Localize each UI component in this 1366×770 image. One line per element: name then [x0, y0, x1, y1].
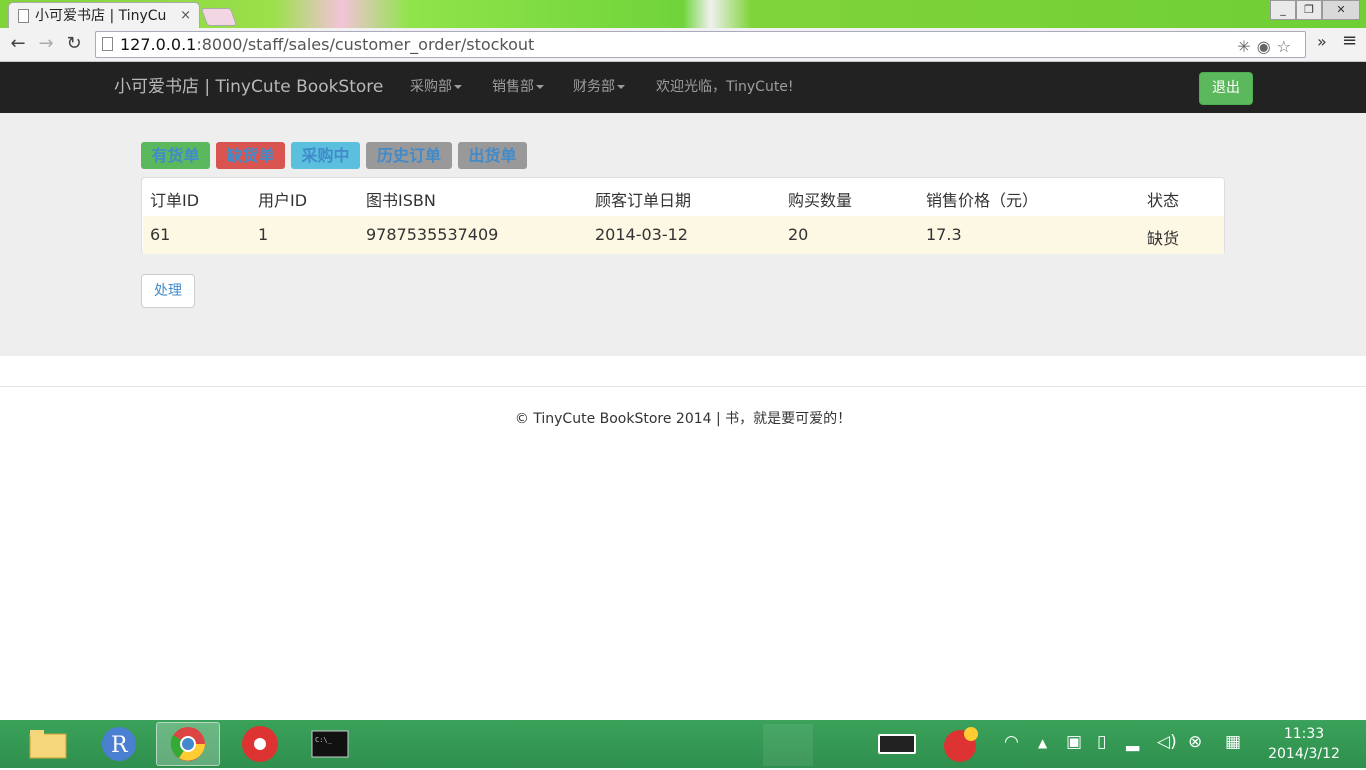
page-icon	[102, 37, 113, 51]
folder-icon	[29, 730, 67, 759]
tab-close-icon[interactable]: ×	[180, 3, 191, 29]
svg-text:R: R	[111, 733, 129, 758]
clock-date: 2014/3/12	[1268, 746, 1340, 762]
bookmark-star-icon[interactable]: ☆	[1277, 37, 1297, 56]
svg-text:C:\_: C:\_	[315, 736, 333, 744]
reload-icon[interactable]: ↻	[62, 32, 86, 56]
cell-status: 缺货	[1147, 229, 1180, 248]
browser-titlebar: 小可爱书店 | TinyCu × _ ❐ ✕	[0, 0, 1366, 29]
header-order-id: 订单ID	[150, 191, 200, 210]
browser-tab[interactable]: 小可爱书店 | TinyCu ×	[8, 2, 200, 29]
clock-time: 11:33	[1283, 726, 1325, 742]
process-button[interactable]: 处理	[141, 274, 195, 308]
browser-toolbar: ← → ↻ 127.0.0.1:8000/staff/sales/custome…	[0, 28, 1366, 62]
r-logo-icon: R	[102, 727, 136, 761]
sync-error-icon[interactable]: ⊗	[1188, 732, 1202, 752]
caret-down-icon	[617, 85, 625, 89]
logout-button[interactable]: 退出	[1199, 72, 1253, 105]
notification-app-task[interactable]	[928, 722, 992, 766]
omnibox-icons: ✳◉☆	[1237, 34, 1297, 59]
filter-out-of-stock[interactable]: 缺货单	[216, 142, 285, 169]
chrome-task[interactable]	[156, 722, 220, 766]
menu-sales[interactable]: 销售部	[492, 62, 544, 113]
address-bar[interactable]: 127.0.0.1:8000/staff/sales/customer_orde…	[95, 31, 1306, 58]
app-task[interactable]	[228, 722, 292, 766]
caret-down-icon	[536, 85, 544, 89]
brand-link[interactable]: 小可爱书店 | TinyCute BookStore	[114, 62, 383, 113]
explorer-task[interactable]	[16, 722, 80, 766]
extension-icon[interactable]: ✳	[1237, 37, 1256, 56]
menu-purchasing-label: 采购部	[410, 79, 452, 95]
close-window-icon[interactable]: ✕	[1322, 0, 1360, 20]
volume-icon[interactable]: ◁)	[1157, 732, 1177, 752]
filter-in-stock[interactable]: 有货单	[141, 142, 210, 169]
caret-down-icon	[454, 85, 462, 89]
filter-purchasing[interactable]: 采购中	[291, 142, 360, 169]
menu-finance[interactable]: 财务部	[573, 62, 625, 113]
terminal-icon: C:\_	[311, 730, 349, 758]
menu-finance-label: 财务部	[573, 79, 615, 95]
header-isbn: 图书ISBN	[366, 191, 436, 210]
network-adapter-icon[interactable]: ▣	[1066, 732, 1082, 752]
forward-arrow-icon[interactable]: →	[34, 32, 58, 56]
welcome-text: 欢迎光临，TinyCute!	[656, 79, 794, 95]
header-status: 状态	[1147, 191, 1180, 210]
orders-table: 订单ID 用户ID 图书ISBN 顾客订单日期 购买数量 销售价格（元） 状态 …	[141, 177, 1225, 254]
footer-divider	[0, 386, 1366, 387]
cmd-task[interactable]: C:\_	[298, 722, 362, 766]
red-app-icon	[242, 726, 278, 762]
signal-bars-icon[interactable]: ▂	[1126, 732, 1139, 752]
menu-sales-label: 销售部	[492, 79, 534, 95]
taskbar: R C:\_ ◠ ▲ ▣ ▯ ▂ ◁) ⊗ ▦	[0, 720, 1366, 768]
globe-icon[interactable]: ◉	[1257, 37, 1277, 56]
tab-title: 小可爱书店 | TinyCu	[35, 8, 167, 24]
footer-text: © TinyCute BookStore 2014 | 书，就是要可爱的！	[514, 411, 852, 427]
menu-purchasing[interactable]: 采购部	[410, 62, 462, 113]
url-host: 127.0.0.1	[120, 35, 197, 54]
cell-price: 17.3	[926, 225, 962, 244]
keyboard-icon[interactable]	[878, 734, 916, 754]
more-extensions-button[interactable]: »	[1317, 32, 1327, 51]
cell-isbn: 9787535537409	[366, 225, 499, 244]
header-price: 销售价格（元）	[926, 191, 1039, 210]
usb-drive-icon[interactable]	[763, 724, 813, 766]
site-navbar: 小可爱书店 | TinyCute BookStore 采购部 销售部 财务部 欢…	[0, 62, 1366, 113]
app-tray-icon[interactable]: ▦	[1225, 732, 1241, 752]
filter-shipped[interactable]: 出货单	[458, 142, 527, 169]
r-task[interactable]: R	[86, 722, 150, 766]
wifi-icon[interactable]: ◠	[1004, 732, 1019, 752]
url-path: :8000/staff/sales/customer_order/stockou…	[196, 35, 535, 54]
show-hidden-icons[interactable]: ▲	[1038, 736, 1047, 750]
back-arrow-icon[interactable]: ←	[6, 32, 30, 56]
header-quantity: 购买数量	[788, 191, 853, 210]
chrome-menu-icon[interactable]: ≡	[1342, 30, 1357, 51]
cell-quantity: 20	[788, 225, 809, 244]
page-icon	[18, 9, 29, 23]
restore-icon[interactable]: ❐	[1296, 0, 1322, 20]
new-tab-button[interactable]	[200, 8, 238, 26]
cell-order-date: 2014-03-12	[595, 225, 688, 244]
header-order-date: 顾客订单日期	[595, 191, 692, 210]
battery-icon[interactable]: ▯	[1097, 732, 1106, 752]
warning-app-icon	[944, 727, 978, 762]
cell-order-id: 61	[150, 225, 171, 244]
chrome-icon	[170, 727, 205, 761]
filter-history[interactable]: 历史订单	[366, 142, 452, 169]
taskbar-clock[interactable]: 11:33 2014/3/12	[1262, 724, 1346, 764]
minimize-icon[interactable]: _	[1270, 0, 1296, 20]
header-user-id: 用户ID	[258, 191, 308, 210]
cell-user-id: 1	[258, 225, 269, 244]
